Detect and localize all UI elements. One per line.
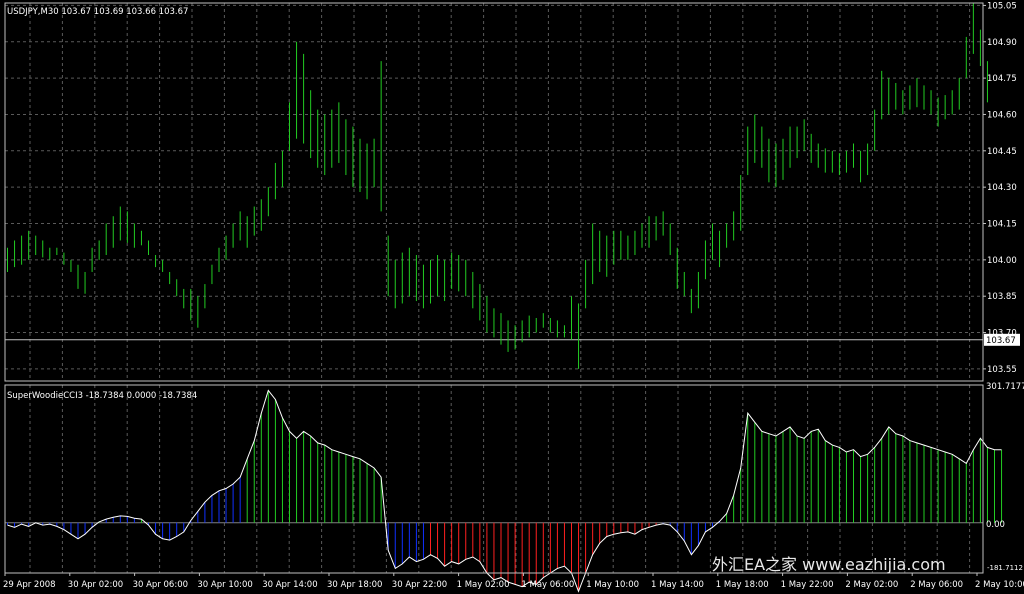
price-tick-label: 104.30 xyxy=(987,183,1017,193)
time-tick-label: 2 May 06:00 xyxy=(910,580,963,590)
price-tick-label: 104.15 xyxy=(987,220,1017,230)
indicator-pane-title: SuperWoodieCCI3 -18.7384 0.0000 -18.7384 xyxy=(7,391,197,401)
time-tick-label: 1 May 10:00 xyxy=(586,580,639,590)
time-tick-label: 30 Apr 22:00 xyxy=(392,580,447,590)
time-tick-label: 1 May 18:00 xyxy=(716,580,769,590)
time-tick-label: 30 Apr 06:00 xyxy=(133,580,188,590)
time-tick-label: 1 May 14:00 xyxy=(651,580,704,590)
time-tick-label: 29 Apr 2008 xyxy=(3,580,56,590)
price-tick-label: 103.55 xyxy=(987,365,1017,375)
price-tick-label: 104.75 xyxy=(987,74,1017,84)
time-tick-label: 30 Apr 14:00 xyxy=(262,580,317,590)
time-tick-label: 30 Apr 02:00 xyxy=(68,580,123,590)
price-tick-label: 104.60 xyxy=(987,110,1017,120)
time-tick-label: 1 May 02:00 xyxy=(457,580,510,590)
current-price-label: 103.67 xyxy=(986,336,1016,346)
time-tick-label: 2 May 10:00 xyxy=(975,580,1024,590)
time-tick-label: 1 May 22:00 xyxy=(781,580,834,590)
indicator-tick-label: 0.00 xyxy=(986,520,1005,530)
time-tick-label: 2 May 02:00 xyxy=(845,580,898,590)
price-tick-label: 104.45 xyxy=(987,147,1017,157)
watermark: 外汇EA之家 www.eazhijia.com xyxy=(712,555,946,574)
price-tick-label: 103.85 xyxy=(987,292,1017,302)
time-tick-label: 30 Apr 10:00 xyxy=(197,580,252,590)
time-tick-label: 1 May 06:00 xyxy=(521,580,574,590)
chart-background xyxy=(0,0,1024,594)
indicator-tick-label: 301.7177 xyxy=(986,382,1024,392)
trading-chart[interactable]: 105.05 104.90 104.75 104.60 104.45 104.30 104.… xyxy=(0,0,1024,594)
price-tick-label: 105.05 xyxy=(987,1,1017,11)
price-pane-title: USDJPY,M30 103.67 103.69 103.66 103.67 xyxy=(7,7,188,17)
indicator-bottom-tick-label: -181.7112 xyxy=(987,564,1023,572)
price-tick-label: 104.00 xyxy=(987,256,1017,266)
price-tick-label: 104.90 xyxy=(987,38,1017,48)
time-tick-label: 30 Apr 18:00 xyxy=(327,580,382,590)
